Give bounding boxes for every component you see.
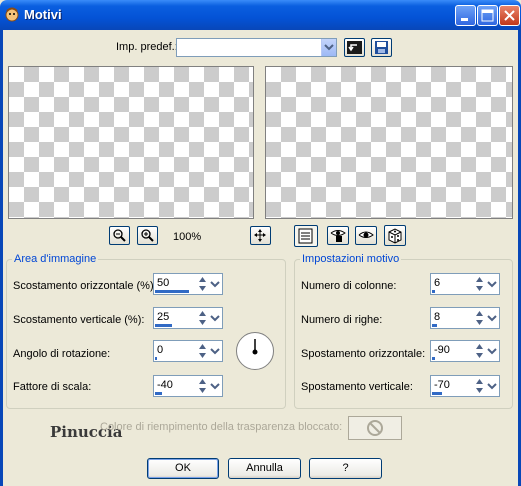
presets-dropdown[interactable] (176, 38, 337, 57)
save-icon (375, 41, 388, 54)
fill-color-label: Colore di riempimento della trasparenza … (100, 421, 343, 433)
columns-value: 6 (434, 277, 441, 289)
zoom-level: 100% (173, 231, 202, 243)
shift-h-input[interactable]: -90 (430, 340, 500, 362)
minimize-button[interactable] (455, 5, 476, 26)
maximize-button[interactable] (477, 5, 498, 26)
chevron-down-icon (324, 44, 334, 51)
rows-slider[interactable] (432, 324, 437, 327)
shift-v-label: Spostamento verticale: (301, 381, 413, 393)
rotation-dial[interactable] (236, 332, 274, 370)
rotation-label: Angolo di rotazione: (13, 348, 111, 360)
rows-input[interactable]: 8 (430, 307, 500, 329)
close-button[interactable] (499, 5, 520, 26)
dialog-window: Motivi Imp. predef.: 100% Area d'immagin… (0, 0, 521, 486)
no-color-icon (367, 420, 383, 436)
cancel-button[interactable]: Annulla (228, 458, 301, 479)
shift-v-input[interactable]: -70 (430, 375, 500, 397)
impostazioni-motivo-title: Impostazioni motivo (300, 253, 402, 265)
reset-default-icon (358, 231, 374, 238)
proof-icon (298, 228, 313, 244)
chevron-down-icon[interactable] (486, 275, 498, 293)
title-bar[interactable]: Motivi (0, 0, 521, 30)
dice-icon (388, 228, 402, 244)
spin-updown-icon[interactable] (474, 377, 485, 395)
chevron-down-icon[interactable] (209, 377, 221, 395)
chevron-down-icon[interactable] (209, 309, 221, 327)
area-immagine-title: Area d'immagine (12, 253, 99, 265)
reset-default-button[interactable] (355, 226, 377, 245)
chevron-down-icon[interactable] (486, 309, 498, 327)
pan-button[interactable] (250, 226, 271, 245)
scale-input[interactable]: -40 (153, 375, 223, 397)
presets-dropdown-arrow[interactable] (321, 39, 336, 56)
zoom-out-button[interactable] (109, 226, 130, 245)
preview-after (265, 66, 513, 219)
offset-h-label: Scostamento orizzontale (%): (13, 280, 157, 292)
offset-v-label: Scostamento verticale (%): (13, 314, 145, 326)
dial-needle-icon (252, 339, 258, 355)
offset-h-value: 50 (157, 277, 170, 289)
shift-v-value: -70 (434, 379, 450, 391)
fill-color-swatch (348, 416, 402, 440)
columns-slider[interactable] (432, 290, 435, 293)
rows-label: Numero di righe: (301, 314, 383, 326)
shift-v-slider[interactable] (432, 392, 442, 395)
chevron-down-icon[interactable] (486, 377, 498, 395)
close-icon (504, 10, 515, 21)
reset-icon (347, 41, 362, 54)
offset-h-input[interactable]: 50 (153, 273, 223, 295)
random-button[interactable] (384, 225, 406, 246)
rotation-value: 0 (157, 344, 164, 356)
ok-button[interactable]: OK (147, 458, 219, 479)
proof-button[interactable] (294, 225, 318, 247)
presets-label: Imp. predef.: (116, 41, 178, 53)
chevron-down-icon[interactable] (209, 275, 221, 293)
preview-before[interactable] (8, 66, 254, 219)
zoom-out-icon (113, 229, 126, 242)
scale-label: Fattore di scala: (13, 381, 92, 393)
save-preset-button[interactable] (371, 38, 392, 57)
scale-value: -40 (157, 379, 173, 391)
chevron-down-icon[interactable] (209, 342, 221, 360)
offset-v-input[interactable]: 25 (153, 307, 223, 329)
offset-v-slider[interactable] (155, 324, 172, 327)
offset-v-value: 25 (157, 311, 170, 323)
scale-slider[interactable] (155, 392, 162, 395)
reset-preset-button[interactable] (344, 38, 365, 57)
columns-label: Numero di colonne: (301, 280, 397, 292)
auto-proof-icon (330, 230, 346, 242)
window-title: Motivi (24, 7, 62, 22)
spin-updown-icon[interactable] (197, 342, 208, 360)
spin-updown-icon[interactable] (474, 275, 485, 293)
chevron-down-icon[interactable] (486, 342, 498, 360)
spin-updown-icon[interactable] (474, 309, 485, 327)
minimize-icon (461, 18, 468, 21)
shift-h-label: Spostamento orizzontale: (301, 348, 426, 360)
app-icon (5, 7, 19, 22)
shift-h-slider[interactable] (432, 357, 435, 360)
spin-updown-icon[interactable] (197, 377, 208, 395)
spin-updown-icon[interactable] (474, 342, 485, 360)
maximize-icon (481, 9, 494, 22)
window-frame-left (0, 30, 3, 486)
shift-h-value: -90 (434, 344, 450, 356)
help-button[interactable]: ? (309, 458, 382, 479)
zoom-in-button[interactable] (137, 226, 158, 245)
rows-value: 8 (434, 311, 441, 323)
spin-updown-icon[interactable] (197, 275, 208, 293)
offset-h-slider[interactable] (155, 290, 189, 293)
pan-icon (254, 229, 266, 242)
spin-updown-icon[interactable] (197, 309, 208, 327)
rotation-slider[interactable] (155, 357, 157, 360)
columns-input[interactable]: 6 (430, 273, 500, 295)
auto-proof-button[interactable] (327, 226, 349, 245)
zoom-in-icon (141, 229, 154, 242)
rotation-input[interactable]: 0 (153, 340, 223, 362)
